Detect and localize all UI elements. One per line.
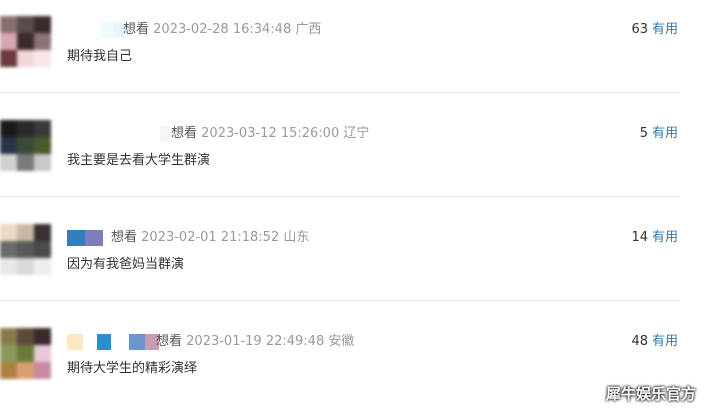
avatar-pixel (0, 137, 17, 154)
username-mosaic (85, 230, 103, 246)
avatar-pixel (0, 345, 17, 362)
divider (0, 92, 680, 93)
want-status: 想看 (111, 230, 138, 245)
avatar-pixel (17, 50, 34, 67)
avatar-pixel (34, 120, 51, 137)
comment-meta: 想看 2023-02-01 21:18:52 山东 (111, 230, 309, 246)
comment-region: 安徽 (328, 334, 355, 349)
username-mosaic (67, 334, 83, 350)
avatar-pixel (17, 120, 34, 137)
avatar-pixel (34, 328, 51, 345)
useful-count: 63 (631, 22, 648, 37)
comment-text: 我主要是去看大学生群演 (67, 153, 211, 168)
useful-count: 48 (631, 334, 648, 349)
useful-button[interactable]: 有用 (652, 230, 678, 245)
comment-item: 想看 2023-01-19 22:49:48 安徽 期待大学生的精彩演绎 48 有… (0, 312, 706, 416)
username[interactable] (67, 230, 103, 246)
comment-item: 想看 2023-02-28 16:34:48 广西 期待我自己 63 有用 (0, 0, 706, 104)
avatar-pixel (17, 241, 34, 258)
useful-vote[interactable]: 5 有用 (640, 126, 678, 142)
avatar[interactable] (0, 16, 51, 67)
want-status: 想看 (123, 22, 150, 37)
avatar-pixel (0, 224, 17, 241)
avatar-pixel (0, 328, 17, 345)
avatar[interactable] (0, 224, 51, 275)
avatar-pixel (34, 241, 51, 258)
useful-button[interactable]: 有用 (652, 334, 678, 349)
want-status: 想看 (156, 334, 183, 349)
avatar-pixel (17, 362, 34, 379)
avatar-pixel (34, 16, 51, 33)
useful-count: 14 (631, 230, 648, 245)
avatar-pixel (0, 33, 17, 50)
comment-time: 2023-01-19 22:49:48 (186, 334, 325, 349)
avatar-pixel (0, 50, 17, 67)
avatar-pixel (17, 16, 34, 33)
comment-meta: 想看 2023-02-28 16:34:48 广西 (123, 22, 321, 38)
avatar-pixel (34, 154, 51, 171)
useful-vote[interactable]: 63 有用 (631, 22, 678, 38)
comment-meta: 想看 2023-03-12 15:26:00 辽宁 (171, 126, 369, 142)
comment-item: 想看 2023-02-01 21:18:52 山东 因为有我爸妈当群演 14 有用 (0, 208, 706, 312)
avatar-pixel (17, 345, 34, 362)
divider (0, 300, 680, 301)
avatar-pixel (17, 258, 34, 275)
avatar-pixel (34, 362, 51, 379)
avatar-pixel (34, 345, 51, 362)
comment-time: 2023-03-12 15:26:00 (201, 126, 340, 141)
comment-region: 广西 (295, 22, 322, 37)
comment-text: 期待大学生的精彩演绎 (67, 361, 198, 376)
username[interactable] (160, 126, 170, 142)
avatar-pixel (17, 224, 34, 241)
avatar-pixel (17, 154, 34, 171)
comment-item: 想看 2023-03-12 15:26:00 辽宁 我主要是去看大学生群演 5有… (0, 104, 706, 208)
comment-text: 因为有我爸妈当群演 (67, 257, 185, 272)
useful-button[interactable]: 有用 (652, 22, 678, 37)
comment-region: 辽宁 (343, 126, 370, 141)
avatar-pixel (17, 33, 34, 50)
avatar-pixel (34, 50, 51, 67)
avatar-pixel (34, 137, 51, 154)
avatar-pixel (0, 241, 17, 258)
comment-time: 2023-02-01 21:18:52 (141, 230, 280, 245)
username-mosaic (67, 230, 85, 246)
username-mosaic (129, 334, 145, 350)
avatar-pixel (17, 328, 34, 345)
avatar-pixel (34, 224, 51, 241)
username[interactable] (67, 334, 159, 350)
avatar-pixel (34, 258, 51, 275)
avatar-pixel (17, 137, 34, 154)
username-mosaic (97, 334, 111, 350)
comment-meta: 想看 2023-01-19 22:49:48 安徽 (156, 334, 354, 350)
username-mosaic (160, 126, 170, 142)
avatar-pixel (0, 16, 17, 33)
username-mosaic (100, 22, 114, 38)
useful-button[interactable]: 有用 (652, 126, 678, 141)
useful-vote[interactable]: 48 有用 (631, 334, 678, 350)
avatar-pixel (0, 258, 17, 275)
avatar-pixel (34, 33, 51, 50)
useful-count: 5 (639, 126, 648, 141)
avatar[interactable] (0, 120, 51, 171)
avatar-pixel (0, 362, 17, 379)
divider (0, 196, 680, 197)
avatar-pixel (0, 120, 17, 137)
comment-time: 2023-02-28 16:34:48 (153, 22, 292, 37)
avatar-pixel (0, 154, 17, 171)
want-status: 想看 (171, 126, 198, 141)
watermark-text: 犀牛娱乐官方 (605, 385, 696, 403)
username[interactable] (100, 22, 124, 38)
useful-vote[interactable]: 14 有用 (631, 230, 678, 246)
avatar[interactable] (0, 328, 51, 379)
comment-text: 期待我自己 (67, 49, 133, 64)
comment-region: 山东 (283, 230, 310, 245)
